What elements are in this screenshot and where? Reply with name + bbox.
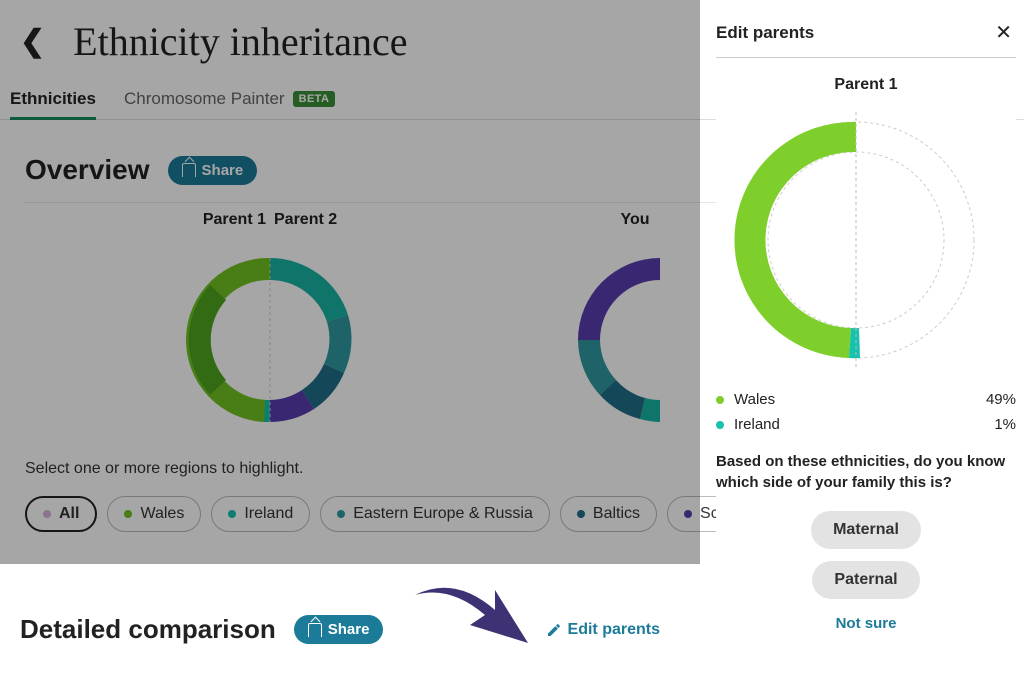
panel-header: Edit parents ✕ — [716, 10, 1016, 58]
legend-pct: 49% — [986, 391, 1016, 408]
legend-label: Wales — [734, 391, 775, 408]
maternal-button[interactable]: Maternal — [811, 511, 921, 549]
share-icon — [308, 623, 322, 637]
edit-parents-link[interactable]: Edit parents — [546, 621, 660, 639]
callout-arrow-icon — [410, 575, 540, 675]
detailed-comparison-header: Detailed comparison Share Edit parents — [0, 596, 680, 663]
dot-icon — [716, 421, 724, 429]
panel-buttons: Maternal Paternal Not sure — [716, 511, 1016, 632]
close-button[interactable]: ✕ — [995, 20, 1012, 45]
parent1-donut — [716, 100, 1006, 370]
modal-dim-overlay — [0, 0, 700, 564]
paternal-button[interactable]: Paternal — [812, 561, 919, 599]
panel-legend: Wales 49% Ireland 1% — [716, 375, 1016, 437]
main-view: ❮ Ethnicity inheritance Ethnicities Chro… — [0, 0, 1024, 686]
legend-pct: 1% — [994, 416, 1016, 433]
edit-parents-label: Edit parents — [568, 621, 660, 639]
detailed-title: Detailed comparison — [20, 614, 276, 645]
pencil-icon — [546, 622, 562, 638]
panel-question: Based on these ethnicities, do you know … — [716, 437, 1016, 511]
share-button-detailed[interactable]: Share — [294, 615, 384, 644]
panel-subtitle: Parent 1 — [716, 58, 1016, 100]
panel-title: Edit parents — [716, 23, 814, 43]
edit-parents-panel: Edit parents ✕ Parent 1 Wales 49% — [716, 10, 1016, 680]
not-sure-link[interactable]: Not sure — [836, 615, 897, 632]
legend-row: Wales 49% — [716, 387, 1016, 412]
legend-row: Ireland 1% — [716, 412, 1016, 437]
dot-icon — [716, 396, 724, 404]
legend-label: Ireland — [734, 416, 780, 433]
share-label: Share — [328, 621, 370, 638]
